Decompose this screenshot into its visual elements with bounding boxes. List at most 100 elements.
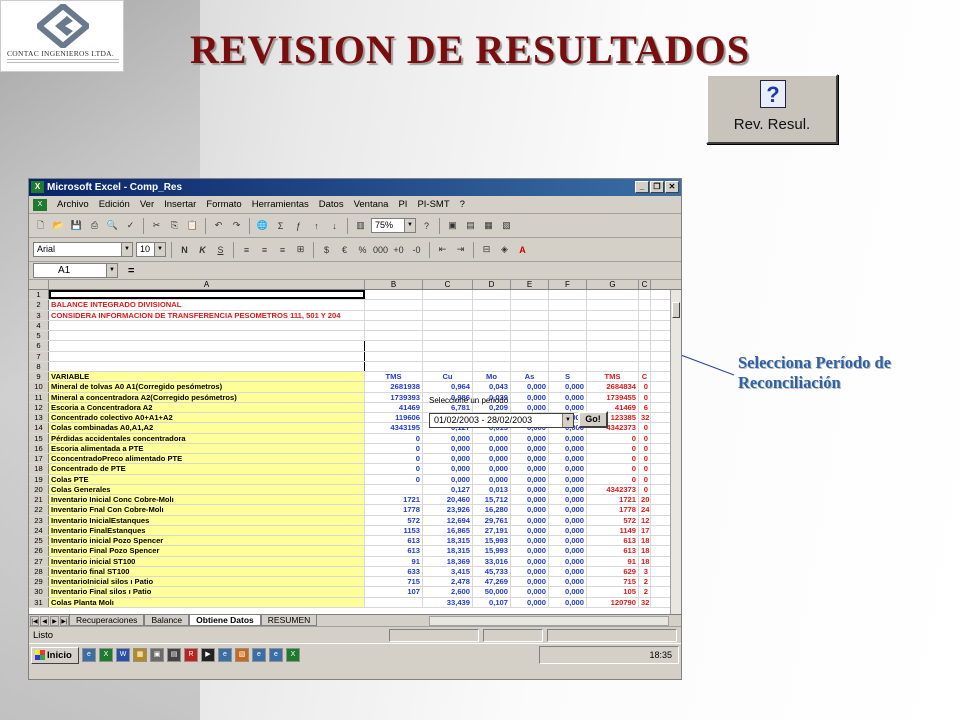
- row-header[interactable]: 15: [29, 433, 49, 443]
- row-header[interactable]: 24: [29, 525, 49, 535]
- toolbar-icon-1[interactable]: ▣: [445, 218, 460, 233]
- bold-icon[interactable]: N: [177, 242, 192, 257]
- cell-a[interactable]: Colas PTE: [49, 474, 365, 484]
- cell-a[interactable]: Inventario final ST100: [49, 566, 365, 576]
- col-a[interactable]: A: [49, 280, 365, 289]
- cell-b[interactable]: 613: [365, 546, 423, 556]
- cell-b[interactable]: [365, 320, 423, 330]
- cell-g[interactable]: [587, 341, 639, 351]
- cell-a[interactable]: Escoria alimentada a PTE: [49, 443, 365, 453]
- cell-g[interactable]: [587, 300, 639, 310]
- autosum-icon[interactable]: Σ: [273, 218, 288, 233]
- cell-f[interactable]: 0,000: [549, 464, 587, 474]
- cell-g[interactable]: [587, 320, 639, 330]
- col-h[interactable]: C: [639, 280, 651, 289]
- cell-b[interactable]: TMS: [365, 372, 423, 382]
- cell-a[interactable]: Inventario FinalEstanques: [49, 525, 365, 535]
- row-header[interactable]: 18: [29, 464, 49, 474]
- hyperlink-icon[interactable]: 🌐: [255, 218, 270, 233]
- decrease-decimal-icon[interactable]: -0: [409, 242, 424, 257]
- italic-icon[interactable]: K: [195, 242, 210, 257]
- euro-icon[interactable]: €: [337, 242, 352, 257]
- cell-c[interactable]: [423, 320, 473, 330]
- taskbar-app-icon-4[interactable]: R: [184, 648, 198, 662]
- cell-f[interactable]: [549, 310, 587, 320]
- cell-h[interactable]: [639, 290, 651, 300]
- align-left-icon[interactable]: ≡: [239, 242, 254, 257]
- cell-e[interactable]: 0,000: [511, 495, 549, 505]
- cell-h[interactable]: 2: [639, 587, 651, 597]
- chart-icon[interactable]: ▥: [353, 218, 368, 233]
- cell-c[interactable]: [423, 290, 473, 300]
- cell-h[interactable]: 32: [639, 413, 651, 423]
- cell-f[interactable]: [549, 361, 587, 371]
- cell-h[interactable]: [639, 341, 651, 351]
- cell-c[interactable]: 3,415: [423, 566, 473, 576]
- cell-f[interactable]: 0,000: [549, 505, 587, 515]
- cell-d[interactable]: 15,712: [473, 495, 511, 505]
- cell-h[interactable]: 18: [639, 536, 651, 546]
- cell-b[interactable]: 0: [365, 433, 423, 443]
- cell-g[interactable]: [587, 351, 639, 361]
- taskbar-app-icon-10[interactable]: X: [286, 648, 300, 662]
- cell-g[interactable]: 1721: [587, 495, 639, 505]
- cell-g[interactable]: [587, 290, 639, 300]
- currency-icon[interactable]: $: [319, 242, 334, 257]
- percent-icon[interactable]: %: [355, 242, 370, 257]
- cell-e[interactable]: 0,000: [511, 566, 549, 576]
- cell-b[interactable]: 572: [365, 515, 423, 525]
- menu-archivo[interactable]: Archivo: [57, 199, 89, 210]
- row-header[interactable]: 17: [29, 454, 49, 464]
- row-header[interactable]: 26: [29, 546, 49, 556]
- cell-c[interactable]: 0,127: [423, 484, 473, 494]
- cell-e[interactable]: [511, 320, 549, 330]
- row-header[interactable]: 9: [29, 372, 49, 382]
- scroll-thumb[interactable]: [672, 302, 680, 318]
- increase-decimal-icon[interactable]: +0: [391, 242, 406, 257]
- cell-e[interactable]: 0,000: [511, 525, 549, 535]
- cell-e[interactable]: [511, 300, 549, 310]
- cell-b[interactable]: 0: [365, 464, 423, 474]
- cell-b[interactable]: 1778: [365, 505, 423, 515]
- cell-e[interactable]: [511, 361, 549, 371]
- row-header[interactable]: 25: [29, 536, 49, 546]
- taskbar-app-icon-5[interactable]: ▶: [201, 648, 215, 662]
- cell-a[interactable]: Inventario inicial ST100: [49, 556, 365, 566]
- tab-resumen[interactable]: RESUMEN: [260, 615, 318, 626]
- cell-c[interactable]: Cu: [423, 372, 473, 382]
- cell-a[interactable]: [49, 331, 365, 341]
- cell-h[interactable]: 0: [639, 423, 651, 433]
- cell-c[interactable]: [423, 310, 473, 320]
- open-icon[interactable]: 📂: [51, 218, 66, 233]
- cell-f[interactable]: 0,000: [549, 587, 587, 597]
- cell-e[interactable]: [511, 310, 549, 320]
- underline-icon[interactable]: S: [213, 242, 228, 257]
- cell-f[interactable]: 0,000: [549, 433, 587, 443]
- formula-equals[interactable]: =: [128, 265, 134, 277]
- fill-color-icon[interactable]: ◈: [497, 242, 512, 257]
- cell-a[interactable]: CONSIDERA INFORMACION DE TRANSFERENCIA P…: [49, 310, 365, 320]
- cell-b[interactable]: 1721: [365, 495, 423, 505]
- cell-f[interactable]: 0,000: [549, 546, 587, 556]
- row-header[interactable]: 22: [29, 505, 49, 515]
- taskbar-ie-icon[interactable]: e: [82, 648, 96, 662]
- toolbar-icon-3[interactable]: ▦: [481, 218, 496, 233]
- cell-e[interactable]: 0,000: [511, 443, 549, 453]
- cell-h[interactable]: 18: [639, 546, 651, 556]
- cell-f[interactable]: 0,000: [549, 525, 587, 535]
- cell-e[interactable]: 0,000: [511, 536, 549, 546]
- cell-g[interactable]: 120790: [587, 597, 639, 607]
- cell-d[interactable]: 47,269: [473, 577, 511, 587]
- cell-c[interactable]: [423, 331, 473, 341]
- menu-help[interactable]: ?: [460, 199, 465, 210]
- cell-b[interactable]: [365, 300, 423, 310]
- save-icon[interactable]: 💾: [69, 218, 84, 233]
- cell-e[interactable]: [511, 351, 549, 361]
- cell-e[interactable]: 0,000: [511, 515, 549, 525]
- minimize-button[interactable]: _: [635, 181, 649, 193]
- cell-d[interactable]: [473, 290, 511, 300]
- merge-icon[interactable]: ⊞: [293, 242, 308, 257]
- cell-h[interactable]: 17: [639, 525, 651, 535]
- cell-a[interactable]: [49, 290, 365, 300]
- cell-a[interactable]: Colas combinadas A0,A1,A2: [49, 423, 365, 433]
